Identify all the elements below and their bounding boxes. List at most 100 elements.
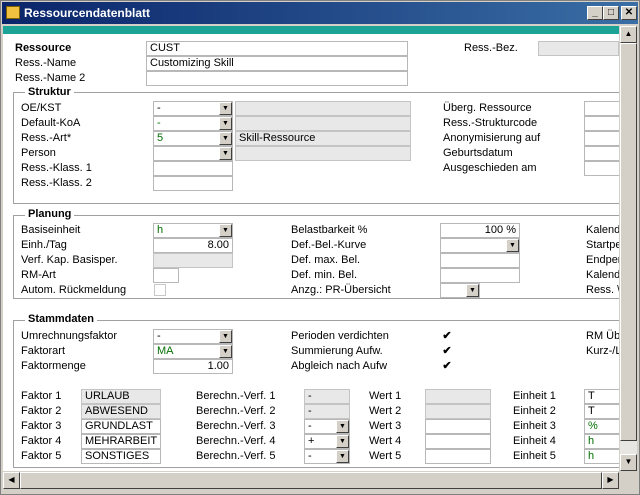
faktormenge-field[interactable]: 1.00 bbox=[153, 359, 233, 374]
minimize-button[interactable]: _ bbox=[587, 6, 603, 20]
person-dropdown-icon[interactable]: ▼ bbox=[219, 147, 232, 160]
wert-label: Wert 5 bbox=[369, 450, 402, 462]
berechn-verf-field: - bbox=[304, 389, 350, 404]
rm-art-field[interactable] bbox=[153, 268, 179, 283]
close-button[interactable]: ✕ bbox=[621, 6, 637, 20]
resize-grip[interactable] bbox=[620, 472, 637, 489]
vertical-scroll-thumb[interactable] bbox=[620, 43, 637, 441]
def-bel-kurve-dropdown-icon[interactable]: ▼ bbox=[506, 239, 519, 252]
anonymisierung-field[interactable] bbox=[584, 131, 619, 146]
wert-label: Wert 4 bbox=[369, 435, 402, 447]
faktor-field: ABWESEND bbox=[81, 404, 161, 419]
koa-dropdown-icon[interactable]: ▼ bbox=[219, 117, 232, 130]
berechn-verf-label: Berechn.-Verf. 2 bbox=[196, 405, 276, 417]
einh-tag-field[interactable]: 8.00 bbox=[153, 238, 233, 253]
faktor-field[interactable]: MEHRARBEIT bbox=[81, 434, 161, 449]
person-description bbox=[235, 146, 411, 161]
rm-uebersicht-label: RM Übe bbox=[586, 330, 619, 342]
einheit-label: Einheit 2 bbox=[513, 405, 556, 417]
faktor-label: Faktor 2 bbox=[21, 405, 62, 417]
einheit-field[interactable]: T bbox=[584, 389, 619, 404]
berechn-verf-label: Berechn.-Verf. 3 bbox=[196, 420, 276, 432]
anzg-pr-uebersicht-dropdown-icon[interactable]: ▼ bbox=[466, 284, 479, 297]
app-icon bbox=[6, 6, 20, 19]
oekst-description bbox=[235, 101, 411, 116]
scroll-down-icon[interactable]: ▼ bbox=[620, 454, 637, 471]
belastbarkeit-label: Belastbarkeit % bbox=[291, 224, 368, 236]
strukturcode-field[interactable] bbox=[584, 116, 619, 131]
oekst-label: OE/KST bbox=[21, 102, 62, 114]
def-max-bel-field[interactable] bbox=[440, 253, 520, 268]
umrechnungsfaktor-label: Umrechnungsfaktor bbox=[21, 330, 117, 342]
faktormenge-label: Faktormenge bbox=[21, 360, 86, 372]
einheit-field[interactable]: % bbox=[584, 419, 619, 434]
ress-name2-label: Ress.-Name 2 bbox=[15, 72, 86, 84]
ress-art-description: Skill-Ressource bbox=[235, 131, 411, 146]
koa-label: Default-KoA bbox=[21, 117, 81, 129]
wert-label: Wert 3 bbox=[369, 420, 402, 432]
oekst-dropdown-icon[interactable]: ▼ bbox=[219, 102, 232, 115]
ress-name-field[interactable]: Customizing Skill bbox=[146, 56, 408, 71]
faktorart-dropdown-icon[interactable]: ▼ bbox=[219, 345, 232, 358]
summierung-checkbox[interactable]: ✔ bbox=[441, 345, 453, 357]
berechn-verf-label: Berechn.-Verf. 1 bbox=[196, 390, 276, 402]
ressource-field[interactable]: CUST bbox=[146, 41, 408, 56]
einheit-label: Einheit 1 bbox=[513, 390, 556, 402]
basiseinheit-dropdown-icon[interactable]: ▼ bbox=[219, 224, 232, 237]
scroll-left-icon[interactable]: ◀ bbox=[3, 472, 20, 489]
wert-field[interactable] bbox=[425, 434, 491, 449]
window-title: Ressourcendatenblatt bbox=[24, 6, 151, 20]
berechn-verf-field: - bbox=[304, 404, 350, 419]
umrechnungsfaktor-dropdown-icon[interactable]: ▼ bbox=[219, 330, 232, 343]
title-bar[interactable]: Ressourcendatenblatt _ □ ✕ bbox=[2, 2, 638, 24]
scroll-right-icon[interactable]: ▶ bbox=[602, 472, 619, 489]
klass1-field[interactable] bbox=[153, 161, 233, 176]
startpe-label: Startpe bbox=[586, 239, 619, 251]
ress-cut-label: Ress. \ bbox=[586, 284, 619, 296]
wert-field[interactable] bbox=[425, 419, 491, 434]
ressource-label: Ressource bbox=[15, 42, 72, 54]
autom-rueckmeldung-checkbox[interactable] bbox=[154, 284, 166, 296]
uebg-ressource-field[interactable] bbox=[584, 101, 619, 116]
maximize-button[interactable]: □ bbox=[603, 6, 619, 20]
wert-label: Wert 1 bbox=[369, 390, 402, 402]
klass2-field[interactable] bbox=[153, 176, 233, 191]
abgleich-checkbox[interactable]: ✔ bbox=[441, 360, 453, 372]
faktor-field[interactable]: SONSTIGES bbox=[81, 449, 161, 464]
faktor-label: Faktor 5 bbox=[21, 450, 62, 462]
ress-name2-field[interactable] bbox=[146, 71, 408, 86]
uebg-ressource-label: Überg. Ressource bbox=[443, 102, 532, 114]
faktorart-label: Faktorart bbox=[21, 345, 66, 357]
wert-field[interactable] bbox=[425, 449, 491, 464]
einheit-field[interactable]: h bbox=[584, 434, 619, 449]
einheit-label: Einheit 5 bbox=[513, 450, 556, 462]
verf-kap-label: Verf. Kap. Basisper. bbox=[21, 254, 118, 266]
berechn-verf-dropdown-icon[interactable]: ▼ bbox=[336, 420, 349, 433]
belastbarkeit-field[interactable]: 100 % bbox=[440, 223, 520, 238]
horizontal-scrollbar[interactable]: ◀ ▶ bbox=[3, 472, 619, 489]
def-min-bel-label: Def. min. Bel. bbox=[291, 269, 358, 281]
autom-rueckmeldung-label: Autom. Rückmeldung bbox=[21, 284, 127, 296]
def-min-bel-field[interactable] bbox=[440, 268, 520, 283]
vertical-scrollbar[interactable]: ▲ ▼ bbox=[620, 26, 637, 471]
berechn-verf-dropdown-icon[interactable]: ▼ bbox=[336, 450, 349, 463]
ress-art-dropdown-icon[interactable]: ▼ bbox=[219, 132, 232, 145]
horizontal-scroll-thumb[interactable] bbox=[20, 472, 602, 489]
geburtsdatum-field[interactable] bbox=[584, 146, 619, 161]
person-label: Person bbox=[21, 147, 56, 159]
ress-bez-field[interactable] bbox=[538, 41, 619, 56]
berechn-verf-dropdown-icon[interactable]: ▼ bbox=[336, 435, 349, 448]
geburtsdatum-label: Geburtsdatum bbox=[443, 147, 513, 159]
app-window: Ressourcendatenblatt _ □ ✕ Ressource CUS… bbox=[0, 0, 640, 495]
def-bel-kurve-label: Def.-Bel.-Kurve bbox=[291, 239, 367, 251]
scroll-up-icon[interactable]: ▲ bbox=[620, 26, 637, 43]
einheit-field[interactable]: h bbox=[584, 449, 619, 464]
einheit-field[interactable]: T bbox=[584, 404, 619, 419]
ausgeschieden-field[interactable] bbox=[584, 161, 619, 176]
faktor-field[interactable]: GRUNDLAST bbox=[81, 419, 161, 434]
klass1-label: Ress.-Klass. 1 bbox=[21, 162, 92, 174]
ress-bez-label: Ress.-Bez. bbox=[464, 42, 518, 54]
perioden-verdichten-checkbox[interactable]: ✔ bbox=[441, 330, 453, 342]
ausgeschieden-label: Ausgeschieden am bbox=[443, 162, 537, 174]
perioden-verdichten-label: Perioden verdichten bbox=[291, 330, 389, 342]
